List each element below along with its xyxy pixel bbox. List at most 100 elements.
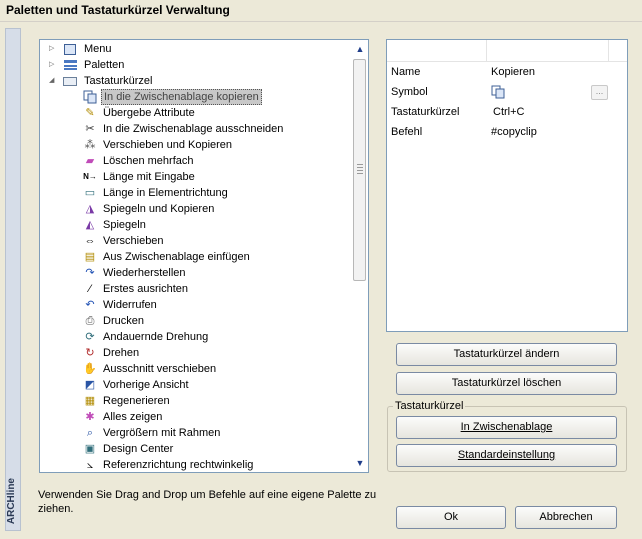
rotate-icon: ↻ bbox=[85, 347, 95, 359]
move-copy-icon: ⁂ bbox=[84, 139, 96, 151]
scroll-down-icon[interactable]: ▼ bbox=[354, 457, 366, 469]
cut-icon: ✂ bbox=[85, 123, 95, 135]
collapsed-arrow-icon[interactable]: ▷ bbox=[49, 45, 56, 53]
property-row-name: Name Kopieren bbox=[387, 62, 627, 82]
tree-item[interactable]: ⁂ Verschieben und Kopieren bbox=[40, 137, 350, 153]
property-value[interactable]: Ctrl+C bbox=[493, 102, 524, 122]
change-shortcut-button[interactable]: Tastaturkürzel ändern bbox=[396, 343, 617, 366]
keyboard-icon bbox=[63, 74, 77, 88]
tree-item-label: Aus Zwischenablage einfügen bbox=[103, 251, 250, 263]
tree-item-label: Länge in Elementrichtung bbox=[103, 187, 228, 199]
command-tree[interactable]: ▷ Menu ▷ Paletten ◢ Tastaturkürzel In die Zwis… bbox=[39, 39, 369, 473]
palette-list-icon bbox=[63, 58, 77, 72]
properties-panel: Name Kopieren Symbol ... Tastaturkürzel … bbox=[386, 39, 628, 332]
default-setting-button[interactable]: Standardeinstellung bbox=[396, 444, 617, 467]
tree-item[interactable]: ⦣ Referenzrichtung rechtwinkelig bbox=[40, 457, 350, 472]
tree-item[interactable]: ◮ Spiegeln und Kopieren bbox=[40, 201, 350, 217]
brand-strip: ARCHline bbox=[5, 28, 21, 531]
tree-item[interactable]: ▤ Aus Zwischenablage einfügen bbox=[40, 249, 350, 265]
continuous-rotate-icon: ⟳ bbox=[85, 331, 95, 343]
tree-scrollbar[interactable]: ▲ ▼ bbox=[350, 40, 368, 472]
property-row-symbol: Symbol ... bbox=[387, 82, 627, 102]
previous-view-icon: ◩ bbox=[84, 379, 96, 391]
property-label: Name bbox=[391, 66, 421, 78]
align-icon: ⁄ bbox=[89, 283, 91, 295]
tree-item-label: Spiegeln bbox=[103, 219, 146, 231]
property-label: Tastaturkürzel bbox=[391, 106, 460, 118]
tree-item-label: Design Center bbox=[103, 443, 174, 455]
design-center-icon: ▣ bbox=[84, 443, 96, 455]
tree-item[interactable]: ⌕ Vergrößern mit Rahmen bbox=[40, 425, 350, 441]
tree-item[interactable]: ▰ Löschen mehrfach bbox=[40, 153, 350, 169]
tree-list: ▷ Menu ▷ Paletten ◢ Tastaturkürzel In die Zwis… bbox=[40, 41, 350, 472]
tree-item-label: Spiegeln und Kopieren bbox=[103, 203, 215, 215]
tree-item[interactable]: ▷ Paletten bbox=[40, 57, 350, 73]
mirror-icon: ◭ bbox=[85, 219, 95, 231]
tree-item[interactable]: ◢ Tastaturkürzel bbox=[40, 73, 350, 89]
expanded-arrow-icon[interactable]: ◢ bbox=[49, 77, 56, 85]
property-value: Kopieren bbox=[491, 66, 536, 78]
tree-item-label: Tastaturkürzel bbox=[84, 75, 153, 87]
cancel-button[interactable]: Abbrechen bbox=[515, 506, 617, 529]
tree-item[interactable]: ⟳ Andauernde Drehung bbox=[40, 329, 350, 345]
tree-item-label: Regenerieren bbox=[103, 395, 170, 407]
undo-icon: ↶ bbox=[85, 299, 95, 311]
paste-icon: ▤ bbox=[84, 251, 96, 263]
to-clipboard-button[interactable]: In Zwischenablage bbox=[396, 416, 617, 439]
tree-item-label: Länge mit Eingabe bbox=[103, 171, 195, 183]
tree-item[interactable]: ✋ Ausschnitt verschieben bbox=[40, 361, 350, 377]
properties-header bbox=[387, 40, 627, 62]
window-title: Paletten und Tastaturkürzel Verwaltung bbox=[0, 0, 642, 22]
tree-item-label: Vergrößern mit Rahmen bbox=[103, 427, 221, 439]
tree-item[interactable]: ↻ Drehen bbox=[40, 345, 350, 361]
property-row-command: Befehl #copyclip bbox=[387, 122, 627, 142]
scroll-up-icon[interactable]: ▲ bbox=[354, 43, 366, 55]
tree-item-label: Verschieben und Kopieren bbox=[103, 139, 233, 151]
tree-item[interactable]: ▭ Länge in Elementrichtung bbox=[40, 185, 350, 201]
reference-direction-icon: ⦣ bbox=[86, 459, 94, 471]
tree-item-label: Menu bbox=[84, 43, 112, 55]
tree-item[interactable]: ⁄ Erstes ausrichten bbox=[40, 281, 350, 297]
tree-item[interactable]: In die Zwischenablage kopieren bbox=[40, 89, 350, 105]
zoom-all-icon: ✱ bbox=[85, 411, 95, 423]
drag-drop-hint: Verwenden Sie Drag and Drop um Befehle a… bbox=[38, 489, 377, 515]
tree-item-label: Wiederherstellen bbox=[103, 267, 186, 279]
menu-tree-icon bbox=[63, 42, 77, 56]
symbol-browse-button[interactable]: ... bbox=[591, 85, 608, 100]
tree-item-label: Verschieben bbox=[103, 235, 164, 247]
brand-label: ARCHline bbox=[6, 477, 17, 524]
scroll-thumb[interactable] bbox=[353, 59, 366, 281]
mirror-copy-icon: ◮ bbox=[85, 203, 95, 215]
property-label: Befehl bbox=[391, 126, 423, 138]
tree-item[interactable]: ↶ Widerrufen bbox=[40, 297, 350, 313]
tree-item-label: In die Zwischenablage ausschneiden bbox=[103, 123, 284, 135]
tree-item[interactable]: ⎙ Drucken bbox=[40, 313, 350, 329]
tree-item[interactable]: ◩ Vorherige Ansicht bbox=[40, 377, 350, 393]
delete-shortcut-button[interactable]: Tastaturkürzel löschen bbox=[396, 372, 617, 395]
pan-hand-icon: ✋ bbox=[83, 363, 97, 375]
regenerate-icon: ▦ bbox=[84, 395, 96, 407]
property-value: #copyclip bbox=[491, 126, 537, 138]
tree-item[interactable]: ◭ Spiegeln bbox=[40, 217, 350, 233]
tree-item[interactable]: ✎ Übergebe Attribute bbox=[40, 105, 350, 121]
printer-icon: ⎙ bbox=[85, 315, 95, 327]
tree-item[interactable]: ▷ Menu bbox=[40, 41, 350, 57]
tree-item[interactable]: ✂ In die Zwischenablage ausschneiden bbox=[40, 121, 350, 137]
ok-button[interactable]: Ok bbox=[396, 506, 506, 529]
copy-icon bbox=[83, 90, 97, 104]
tree-item-label: Erstes ausrichten bbox=[103, 283, 188, 295]
redo-icon: ↷ bbox=[85, 267, 95, 279]
tree-item-label: Übergebe Attribute bbox=[103, 107, 195, 119]
tree-item[interactable]: ✱ Alles zeigen bbox=[40, 409, 350, 425]
tree-item-label: Drehen bbox=[103, 347, 140, 359]
length-input-icon: N→ bbox=[83, 172, 97, 181]
tree-item-label: Alles zeigen bbox=[103, 411, 163, 423]
tree-item[interactable]: N→ Länge mit Eingabe bbox=[40, 169, 350, 185]
tree-item[interactable]: ▣ Design Center bbox=[40, 441, 350, 457]
tree-item[interactable]: ▦ Regenerieren bbox=[40, 393, 350, 409]
tree-item[interactable]: ↷ Wiederherstellen bbox=[40, 265, 350, 281]
tree-item[interactable]: ⇔ Verschieben bbox=[40, 233, 350, 249]
tree-item-label: Drucken bbox=[103, 315, 144, 327]
tree-item-label: Widerrufen bbox=[103, 299, 157, 311]
collapsed-arrow-icon[interactable]: ▷ bbox=[49, 61, 56, 69]
